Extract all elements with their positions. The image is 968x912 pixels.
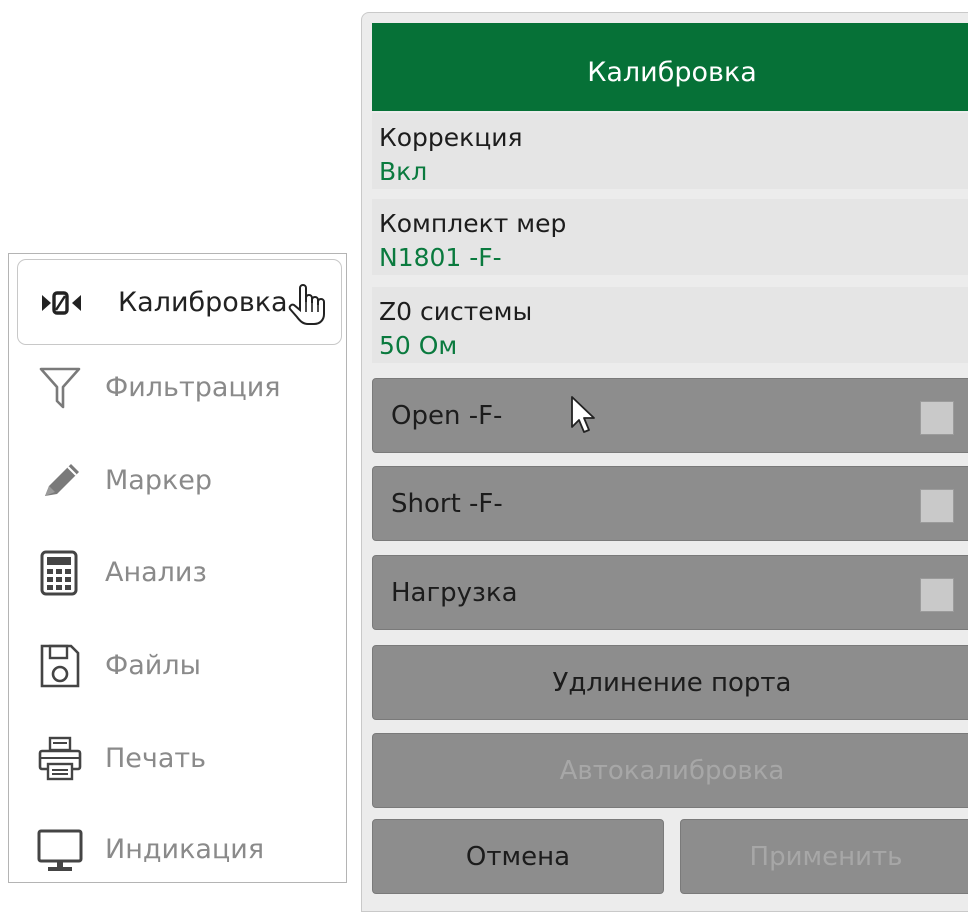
load-standard-button[interactable]: Нагрузка bbox=[372, 555, 968, 630]
autocalibration-button: Автокалибровка bbox=[372, 733, 968, 808]
menu-item-label: Файлы bbox=[105, 650, 201, 681]
short-label: Short -F- bbox=[391, 489, 503, 519]
menu-item-print[interactable]: Печать bbox=[17, 716, 342, 802]
hand-pointer-icon bbox=[288, 284, 325, 325]
menu-item-display[interactable]: Индикация bbox=[17, 807, 342, 893]
menu-item-label: Фильтрация bbox=[105, 372, 281, 403]
load-label: Нагрузка bbox=[391, 578, 518, 608]
load-status-checkbox bbox=[920, 578, 954, 612]
short-status-checkbox bbox=[920, 489, 954, 523]
correction-value: Вкл bbox=[379, 157, 428, 186]
marker-pencil-icon bbox=[45, 464, 79, 496]
port-extension-button[interactable]: Удлинение порта bbox=[372, 645, 968, 720]
calculator-icon bbox=[40, 550, 78, 596]
softkey-menu: Калибровка Фильтрация Маркер Анализ Файл… bbox=[8, 253, 347, 883]
filter-icon bbox=[39, 367, 81, 409]
cal-kit-value: N1801 -F- bbox=[379, 243, 502, 272]
menu-item-analysis[interactable]: Анализ bbox=[17, 530, 342, 616]
apply-button: Применить bbox=[680, 819, 968, 894]
z0-value: 50 Ом bbox=[379, 331, 458, 360]
menu-item-files[interactable]: Файлы bbox=[17, 623, 342, 709]
correction-label: Коррекция bbox=[379, 123, 523, 152]
z0-system-button[interactable]: Z0 системы 50 Ом bbox=[372, 287, 968, 363]
printer-icon bbox=[38, 736, 82, 781]
menu-item-label: Маркер bbox=[105, 465, 213, 496]
cal-kit-label: Комплект мер bbox=[379, 209, 567, 238]
open-status-checkbox bbox=[920, 401, 954, 435]
floppy-disk-icon bbox=[40, 644, 80, 688]
panel-title: Калибровка bbox=[372, 23, 968, 111]
open-label: Open -F- bbox=[391, 401, 503, 431]
menu-item-calibration[interactable]: Калибровка bbox=[17, 259, 342, 345]
menu-item-label: Анализ bbox=[105, 557, 207, 588]
correction-button[interactable]: Коррекция Вкл bbox=[372, 113, 968, 189]
menu-item-filtering[interactable]: Фильтрация bbox=[17, 345, 342, 431]
menu-item-label: Калибровка bbox=[118, 287, 288, 318]
calibration-panel: Калибровка Коррекция Вкл Комплект мер N1… bbox=[361, 12, 968, 912]
z0-label: Z0 системы bbox=[379, 297, 533, 326]
menu-item-label: Печать bbox=[105, 743, 207, 774]
cal-kit-button[interactable]: Комплект мер N1801 -F- bbox=[372, 199, 968, 275]
menu-item-label: Индикация bbox=[105, 834, 265, 865]
mouse-pointer-icon bbox=[571, 396, 595, 433]
menu-item-marker[interactable]: Маркер bbox=[17, 438, 342, 524]
calibration-icon bbox=[42, 291, 81, 315]
monitor-icon bbox=[37, 829, 83, 871]
cancel-button[interactable]: Отмена bbox=[372, 819, 664, 894]
short-standard-button[interactable]: Short -F- bbox=[372, 466, 968, 541]
open-standard-button[interactable]: Open -F- bbox=[372, 378, 968, 453]
